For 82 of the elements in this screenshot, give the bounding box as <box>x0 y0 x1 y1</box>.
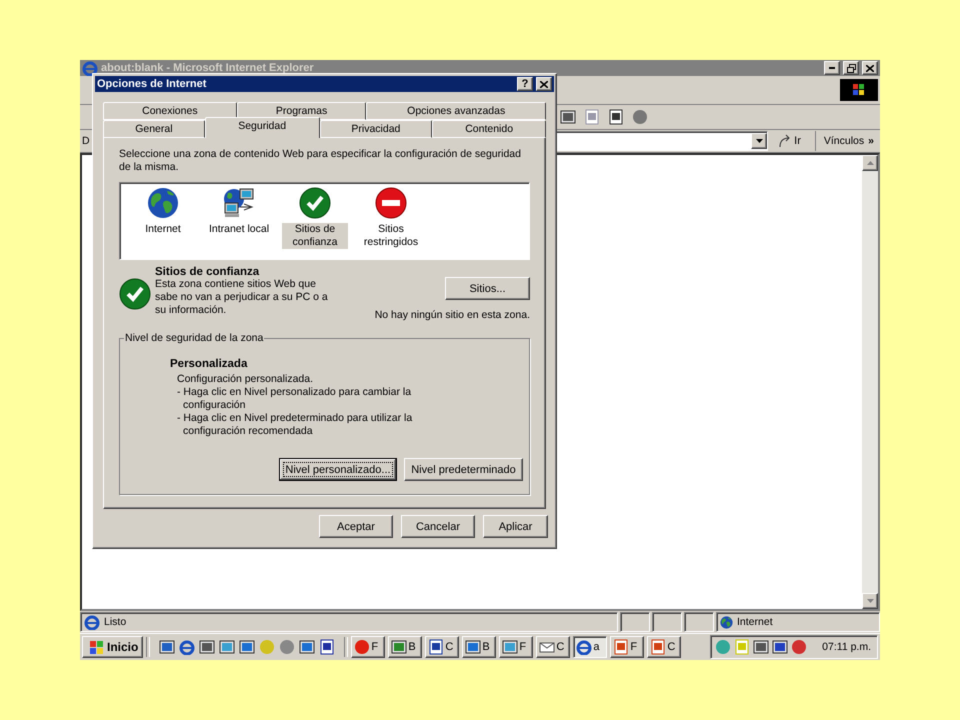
tab[interactable]: Contenido <box>432 120 546 138</box>
zone-item[interactable]: Intranet local <box>208 223 270 236</box>
zone-description: Esta zona contiene sitios Web que sabe no van a perjudicar a su PC o a su información. <box>155 278 329 317</box>
level-button[interactable]: Nivel personalizado... <box>279 458 397 481</box>
globe-icon <box>720 616 733 628</box>
tab[interactable]: Privacidad <box>320 120 432 138</box>
browser-icon <box>576 639 592 655</box>
tab[interactable]: Opciones avanzadas <box>366 102 546 120</box>
links-button[interactable]: Vínculos » <box>820 135 878 147</box>
disc-icon <box>715 639 732 655</box>
close-icon <box>866 64 874 72</box>
browser-icon <box>179 639 196 655</box>
arrow-icon <box>778 134 792 148</box>
level-button[interactable]: Nivel predeterminado <box>404 458 523 481</box>
level-description: - Haga clic en Nivel personalizado para cambiar la configuración <box>177 386 412 412</box>
zone-heading: Sitios de confianza <box>155 266 260 278</box>
window-icon <box>239 639 256 655</box>
group-legend: Nivel de seguridad de la zona <box>124 332 264 344</box>
dialog-title: Opciones de Internet <box>97 78 208 90</box>
no-entry-icon <box>375 187 407 219</box>
zone-item[interactable]: Sitios restringidos <box>358 223 424 249</box>
minimize-icon <box>829 67 835 69</box>
scroll-up-button[interactable] <box>862 155 878 171</box>
disc-icon <box>279 639 296 655</box>
zone-text: Internet <box>737 616 773 628</box>
sites-note: No hay ningún sitio en esta zona. <box>374 309 530 321</box>
tab[interactable]: Conexiones <box>103 102 237 120</box>
close-button[interactable] <box>536 77 552 91</box>
down-icon <box>866 599 874 603</box>
help-button[interactable]: ? <box>517 77 533 91</box>
level-heading: Personalizada <box>170 358 248 370</box>
task-button[interactable]: C <box>425 636 460 658</box>
checkmark-icon <box>119 278 151 310</box>
task-button[interactable]: F <box>351 636 386 658</box>
scroll-down-button[interactable] <box>862 593 878 609</box>
slides-icon <box>650 639 666 655</box>
sites-button[interactable]: Sitios... <box>445 277 530 300</box>
windows-logo-icon <box>840 79 878 101</box>
restore-button[interactable] <box>843 61 859 75</box>
close-icon <box>540 80 548 88</box>
task-button[interactable]: B <box>388 636 422 658</box>
caret-icon <box>756 139 763 143</box>
start-button[interactable]: Inicio <box>82 636 144 658</box>
tab[interactable]: General <box>103 120 205 138</box>
dialog-button[interactable]: Aceptar <box>319 515 393 538</box>
close-button[interactable] <box>862 61 878 75</box>
clock: 07:11 p.m. <box>822 641 871 653</box>
dialog-button[interactable]: Aplicar <box>483 515 548 538</box>
zone-item[interactable]: Sitios de confianza <box>282 223 348 249</box>
up-icon <box>866 161 874 165</box>
window-icon <box>465 639 482 655</box>
tab[interactable]: Seguridad <box>204 117 320 138</box>
app-icon <box>354 639 370 655</box>
address-label: D <box>82 135 91 147</box>
go-button[interactable]: Ir <box>772 131 816 151</box>
task-button[interactable]: F <box>499 636 534 658</box>
slides-icon <box>613 639 630 655</box>
network-computers-icon <box>222 187 256 219</box>
minimize-button[interactable] <box>824 61 840 75</box>
intro-text: Seleccione una zona de contenido Web para especificar la configuración de seguridad de la misma. <box>119 148 522 174</box>
dropdown-button[interactable] <box>751 133 768 149</box>
document-icon <box>428 639 444 655</box>
checkmark-icon <box>299 187 331 219</box>
task-button[interactable]: F <box>610 636 644 658</box>
task-button[interactable]: C <box>536 636 570 658</box>
browser-icon <box>82 60 98 76</box>
browser-icon <box>84 614 100 630</box>
task-button[interactable]: C <box>647 636 682 658</box>
dialog-button[interactable]: Cancelar <box>401 515 475 538</box>
windows-flag-icon <box>87 639 105 655</box>
zone-item[interactable]: Internet <box>145 223 181 236</box>
document-icon <box>608 109 624 125</box>
restore-icon <box>846 64 856 72</box>
status-text: Listo <box>104 616 126 628</box>
scrollbar[interactable] <box>862 155 878 609</box>
window-icon <box>299 639 316 655</box>
window-title: about:blank - Microsoft Internet Explorer <box>101 62 315 74</box>
level-description: - Haga clic en Nivel predeterminado para utilizar la configuración recomendada <box>177 412 414 438</box>
task-button[interactable]: a <box>573 636 608 658</box>
task-button[interactable]: B <box>462 636 496 658</box>
level-description: Configuración personalizada. <box>177 373 314 386</box>
globe-icon <box>147 187 179 219</box>
